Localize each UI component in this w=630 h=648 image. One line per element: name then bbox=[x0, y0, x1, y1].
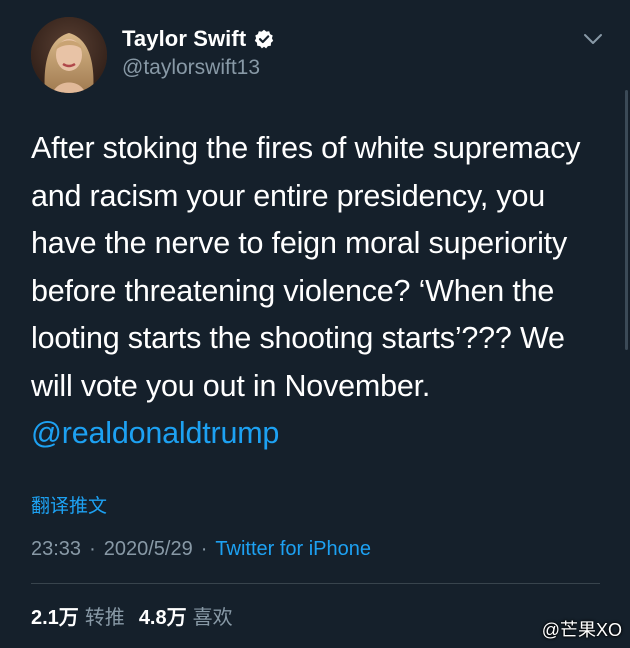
tweet-stats: 2.1万 转推 4.8万 喜欢 bbox=[31, 601, 247, 630]
tweet-card: Taylor Swift @taylorswift13 After stokin… bbox=[0, 0, 630, 648]
translate-tweet-link[interactable]: 翻译推文 bbox=[31, 491, 107, 518]
retweets-count: 2.1万 bbox=[31, 607, 79, 629]
likes-label: 喜欢 bbox=[192, 607, 233, 629]
retweets-stat[interactable]: 2.1万 转推 bbox=[31, 601, 125, 630]
tweet-source-link[interactable]: Twitter for iPhone bbox=[215, 538, 371, 561]
tweet-time: 23:33 bbox=[31, 538, 82, 560]
author-handle[interactable]: @taylorswift13 bbox=[122, 56, 260, 80]
likes-stat[interactable]: 4.8万 喜欢 bbox=[139, 601, 233, 630]
tweet-text: After stoking the fires of white suprema… bbox=[31, 125, 606, 458]
chevron-down-icon bbox=[584, 34, 602, 44]
mention-link[interactable]: @realdonaldtrump bbox=[31, 416, 279, 450]
retweets-label: 转推 bbox=[84, 607, 125, 629]
likes-count: 4.8万 bbox=[138, 607, 187, 629]
avatar[interactable] bbox=[31, 17, 107, 93]
scrollbar[interactable] bbox=[625, 90, 628, 350]
tweet-body: After stoking the fires of white suprema… bbox=[31, 131, 581, 403]
tweet-date[interactable]: 2020/5/29 bbox=[104, 538, 193, 561]
author-name[interactable]: Taylor Swift bbox=[122, 26, 246, 52]
divider bbox=[31, 583, 600, 584]
watermark: @芒果XO bbox=[541, 620, 622, 640]
author-name-row[interactable]: Taylor Swift bbox=[122, 25, 274, 53]
meta-separator: · bbox=[200, 538, 208, 560]
verified-badge-icon bbox=[254, 29, 274, 49]
tweet-meta: 23:33 · 2020/5/29 · Twitter for iPhone bbox=[31, 538, 371, 561]
avatar-image bbox=[31, 17, 107, 93]
meta-separator: · bbox=[89, 538, 96, 560]
more-options-button[interactable] bbox=[582, 28, 604, 50]
